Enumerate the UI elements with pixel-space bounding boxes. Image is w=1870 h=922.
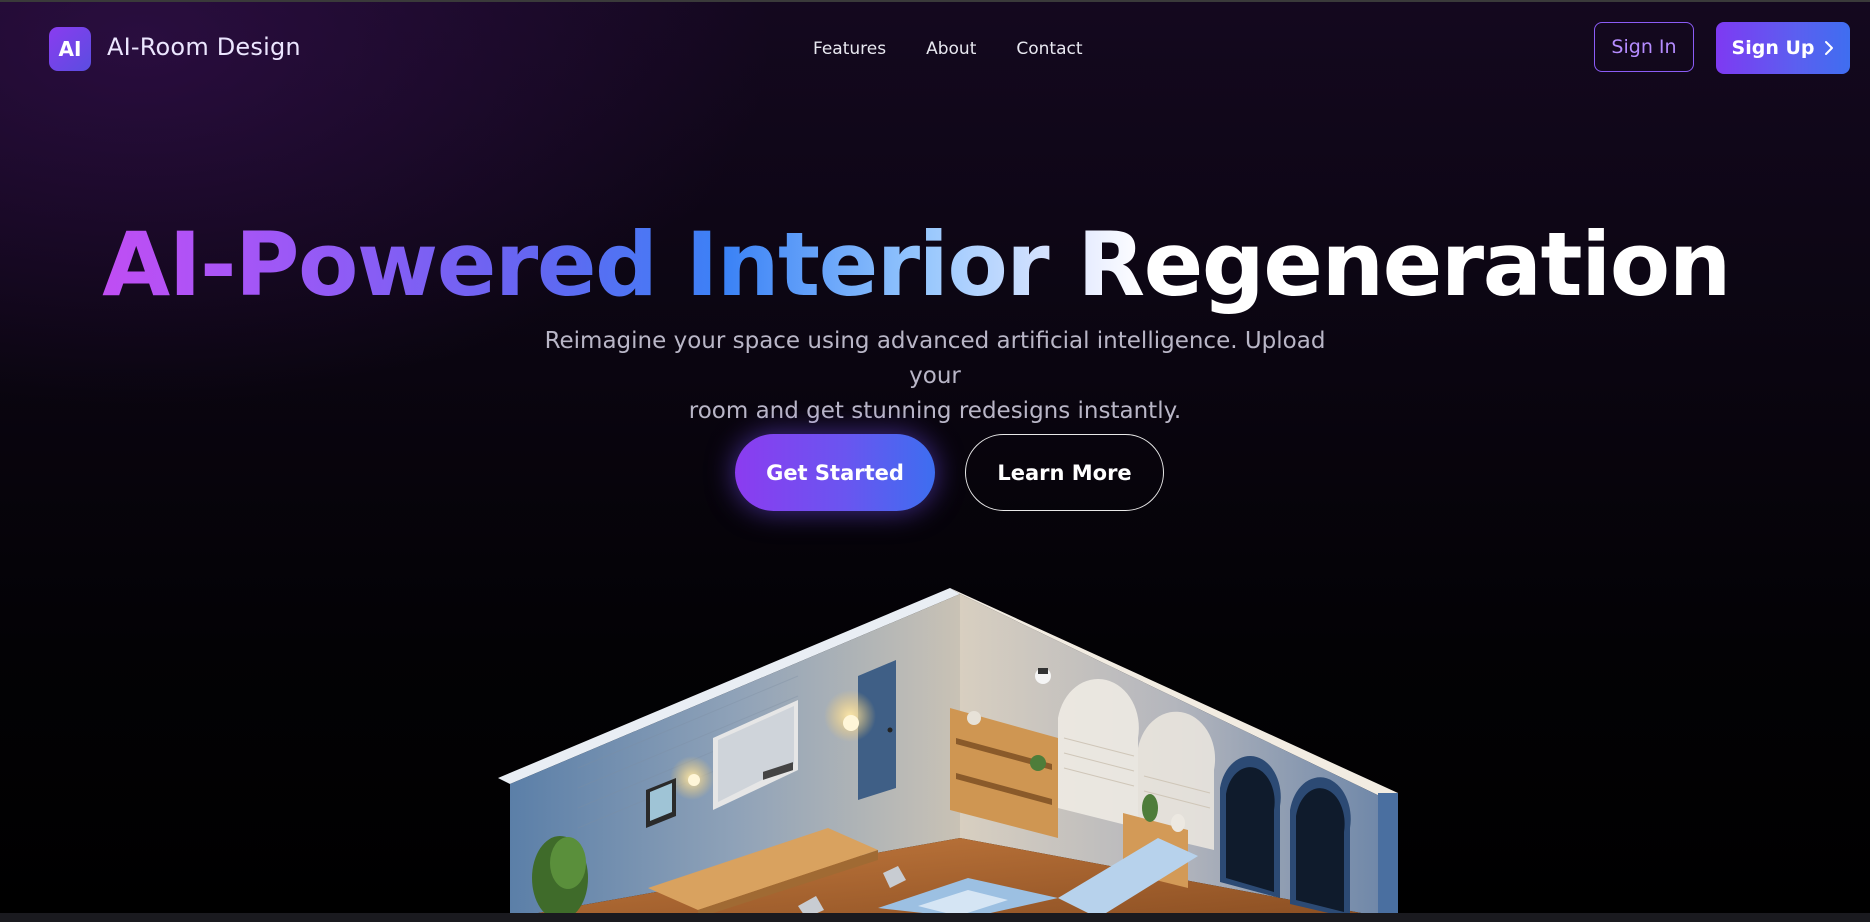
chevron-right-icon	[1825, 41, 1834, 55]
get-started-label: Get Started	[766, 460, 904, 485]
brand-name[interactable]: AI-Room Design	[107, 33, 301, 61]
landing-page: AI AI-Room Design Features About Contact…	[0, 0, 1870, 922]
isometric-room-illustration	[498, 588, 1398, 918]
sign-up-button[interactable]: Sign Up	[1716, 22, 1850, 74]
logo-icon[interactable]: AI	[49, 27, 91, 71]
get-started-button[interactable]: Get Started	[735, 434, 935, 511]
taskbar-edge	[0, 913, 1870, 922]
arch-left	[1058, 678, 1139, 828]
hero-title: AI-Powered Interior Regeneration	[0, 210, 1866, 320]
nav-link-features[interactable]: Features	[813, 39, 886, 59]
main-nav: Features About Contact	[813, 39, 1083, 59]
hero-subtitle-line-2: room and get stunning redesigns instantl…	[688, 398, 1182, 424]
sign-in-label: Sign In	[1611, 36, 1677, 58]
hero-subtitle-line-1: Reimagine your space using advanced arti…	[544, 328, 1326, 389]
top-navbar: AI AI-Room Design Features About Contact…	[0, 0, 1870, 98]
learn-more-button[interactable]: Learn More	[965, 434, 1164, 511]
hero-subtitle: Reimagine your space using advanced arti…	[535, 324, 1335, 429]
nav-link-contact[interactable]: Contact	[1016, 39, 1082, 59]
nav-link-about[interactable]: About	[926, 39, 976, 59]
sign-in-button[interactable]: Sign In	[1594, 22, 1694, 72]
sign-up-label: Sign Up	[1731, 37, 1815, 59]
learn-more-label: Learn More	[997, 460, 1132, 485]
